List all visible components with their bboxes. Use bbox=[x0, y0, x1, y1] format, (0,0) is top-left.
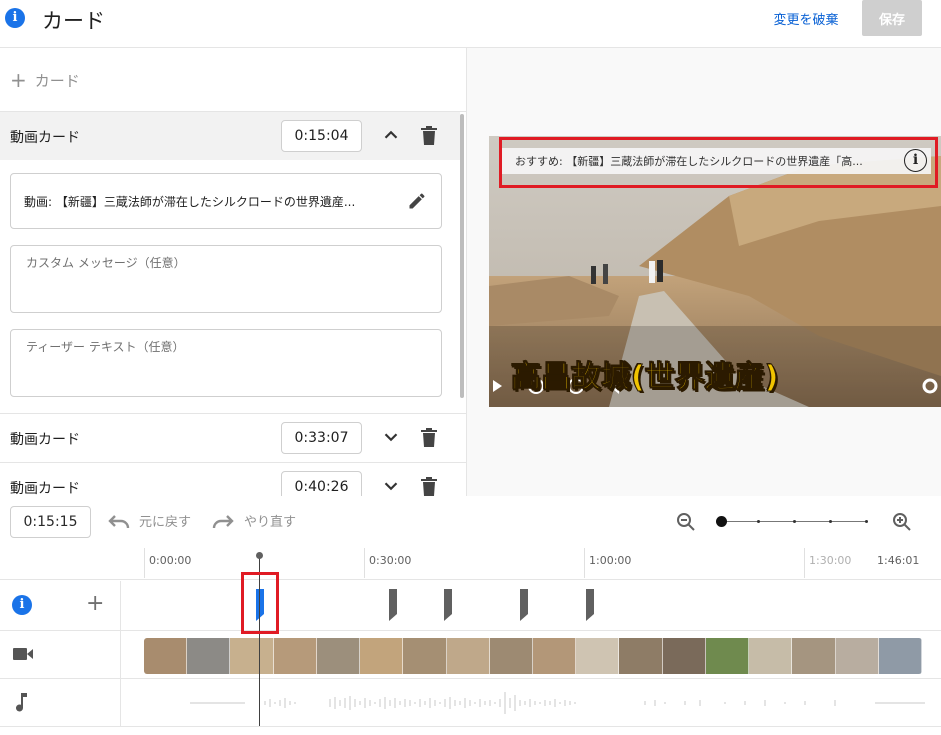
card-title: 動画カード bbox=[10, 481, 80, 496]
cards-track: i + bbox=[0, 581, 941, 631]
ruler-tick bbox=[364, 548, 365, 578]
ruler-label: 0:30:00 bbox=[369, 554, 412, 567]
video-thumbnail bbox=[792, 638, 836, 674]
chevron-down-icon[interactable] bbox=[380, 475, 402, 496]
trash-icon[interactable] bbox=[420, 476, 438, 496]
trash-icon[interactable] bbox=[420, 427, 438, 447]
time-ruler[interactable]: 0:00:00 0:30:00 1:00:00 1:30:00 1:46:01 bbox=[0, 548, 941, 580]
video-thumbnail bbox=[446, 638, 490, 674]
add-card-button[interactable]: + カード bbox=[10, 68, 80, 92]
ruler-label: 1:30:00 bbox=[809, 554, 852, 567]
card-title: 動画カード bbox=[10, 130, 80, 146]
cards-track-header: i + bbox=[0, 581, 121, 630]
pencil-icon[interactable] bbox=[407, 191, 427, 211]
audio-track-header bbox=[0, 679, 121, 726]
zoom-in-icon[interactable] bbox=[892, 512, 912, 532]
video-thumbnail bbox=[144, 638, 188, 674]
card-marker[interactable] bbox=[389, 589, 397, 621]
cards-panel: + カード 動画カード 0:15:04 動画: 【新疆】三蔵法師が滞在したシルクロ… bbox=[0, 48, 467, 496]
video-thumbnail bbox=[403, 638, 447, 674]
ruler-label: 1:00:00 bbox=[589, 554, 632, 567]
video-thumbnail bbox=[489, 638, 533, 674]
zoom-step bbox=[757, 520, 760, 523]
video-caption: 高昌故城(世界遺産) bbox=[510, 360, 779, 396]
video-field-text: 動画: 【新疆】三蔵法師が滞在したシルクロードの世界遺産... bbox=[24, 195, 356, 209]
zoom-slider-thumb[interactable] bbox=[716, 516, 727, 527]
scrollbar[interactable] bbox=[460, 114, 464, 398]
music-note-icon bbox=[16, 693, 27, 712]
trash-icon[interactable] bbox=[420, 125, 438, 145]
info-icon: i bbox=[12, 595, 32, 615]
undo-button[interactable]: 元に戻す bbox=[139, 511, 191, 530]
zoom-step bbox=[829, 520, 832, 523]
card-title: 動画カード bbox=[10, 432, 80, 448]
video-thumbnail bbox=[316, 638, 361, 674]
video-thumbnail bbox=[835, 638, 879, 674]
ruler-tick bbox=[584, 548, 585, 578]
custom-message-field[interactable]: カスタム メッセージ（任意） bbox=[10, 245, 442, 313]
redo-icon[interactable] bbox=[212, 512, 234, 530]
redo-button[interactable]: やり直す bbox=[244, 511, 296, 530]
card-time-input[interactable]: 0:40:26 bbox=[281, 471, 362, 496]
timeline-toolbar: 0:15:15 元に戻す やり直す bbox=[0, 496, 941, 548]
zoom-out-icon[interactable] bbox=[676, 512, 696, 532]
discard-changes-button[interactable]: 変更を破棄 bbox=[763, 6, 849, 30]
add-card-label: カード bbox=[34, 72, 80, 90]
zoom-step bbox=[793, 520, 796, 523]
playhead-handle[interactable] bbox=[256, 552, 263, 559]
audio-track bbox=[0, 679, 941, 727]
video-thumbnail bbox=[360, 638, 404, 674]
video-thumbnail bbox=[878, 638, 922, 674]
ruler-end-label: 1:46:01 bbox=[877, 554, 920, 567]
card-marker[interactable] bbox=[444, 589, 452, 621]
video-camera-icon bbox=[13, 648, 33, 660]
card-time-input[interactable]: 0:33:07 bbox=[281, 422, 362, 454]
video-thumbnail-strip[interactable] bbox=[144, 638, 922, 674]
card-header-2[interactable]: 動画カード 0:33:07 bbox=[0, 414, 460, 462]
video-thumbnail bbox=[576, 638, 620, 674]
video-thumbnail bbox=[230, 638, 274, 674]
video-thumbnail bbox=[619, 638, 663, 674]
video-thumbnail bbox=[187, 638, 231, 674]
ruler-tick bbox=[144, 548, 145, 578]
video-field[interactable]: 動画: 【新疆】三蔵法師が滞在したシルクロードの世界遺産... bbox=[10, 173, 442, 229]
save-button[interactable]: 保存 bbox=[862, 0, 922, 36]
card-marker[interactable] bbox=[520, 589, 528, 621]
card-time-input[interactable]: 0:15:04 bbox=[281, 120, 362, 152]
info-icon[interactable]: i bbox=[5, 8, 25, 28]
video-track-header bbox=[0, 631, 121, 678]
card-header-1[interactable]: 動画カード 0:15:04 bbox=[0, 112, 460, 160]
chevron-up-icon[interactable] bbox=[380, 124, 402, 146]
video-thumbnail bbox=[662, 638, 706, 674]
ruler-label: 0:00:00 bbox=[149, 554, 192, 567]
undo-icon[interactable] bbox=[108, 512, 130, 530]
teaser-text-field[interactable]: ティーザー テキスト（任意） bbox=[10, 329, 442, 397]
card-marker[interactable] bbox=[586, 589, 594, 621]
current-time-input[interactable]: 0:15:15 bbox=[10, 506, 91, 538]
video-thumbnail bbox=[705, 638, 750, 674]
custom-message-placeholder: カスタム メッセージ（任意） bbox=[26, 256, 186, 270]
zoom-step bbox=[865, 520, 868, 523]
audio-waveform[interactable] bbox=[185, 689, 925, 717]
teaser-highlight-box bbox=[499, 137, 938, 188]
add-card-plus-icon[interactable]: + bbox=[86, 591, 104, 616]
ruler-tick bbox=[804, 548, 805, 578]
preview-area: 高昌故城(世界遺産) おすすめ: 【新疆】三蔵法師が滞在したシルクロードの世界遺… bbox=[467, 48, 941, 496]
card-header-3[interactable]: 動画カード 0:40:26 bbox=[0, 463, 460, 496]
page-title: カード bbox=[42, 9, 105, 33]
header-bar: i カード 変更を破棄 保存 bbox=[0, 0, 941, 48]
marker-highlight-box bbox=[241, 572, 279, 634]
teaser-text-placeholder: ティーザー テキスト（任意） bbox=[26, 340, 185, 354]
video-track bbox=[0, 631, 941, 679]
chevron-down-icon[interactable] bbox=[380, 426, 402, 448]
plus-icon: + bbox=[10, 68, 27, 92]
video-thumbnail bbox=[273, 638, 317, 674]
video-thumbnail bbox=[749, 638, 793, 674]
video-thumbnail bbox=[532, 638, 577, 674]
